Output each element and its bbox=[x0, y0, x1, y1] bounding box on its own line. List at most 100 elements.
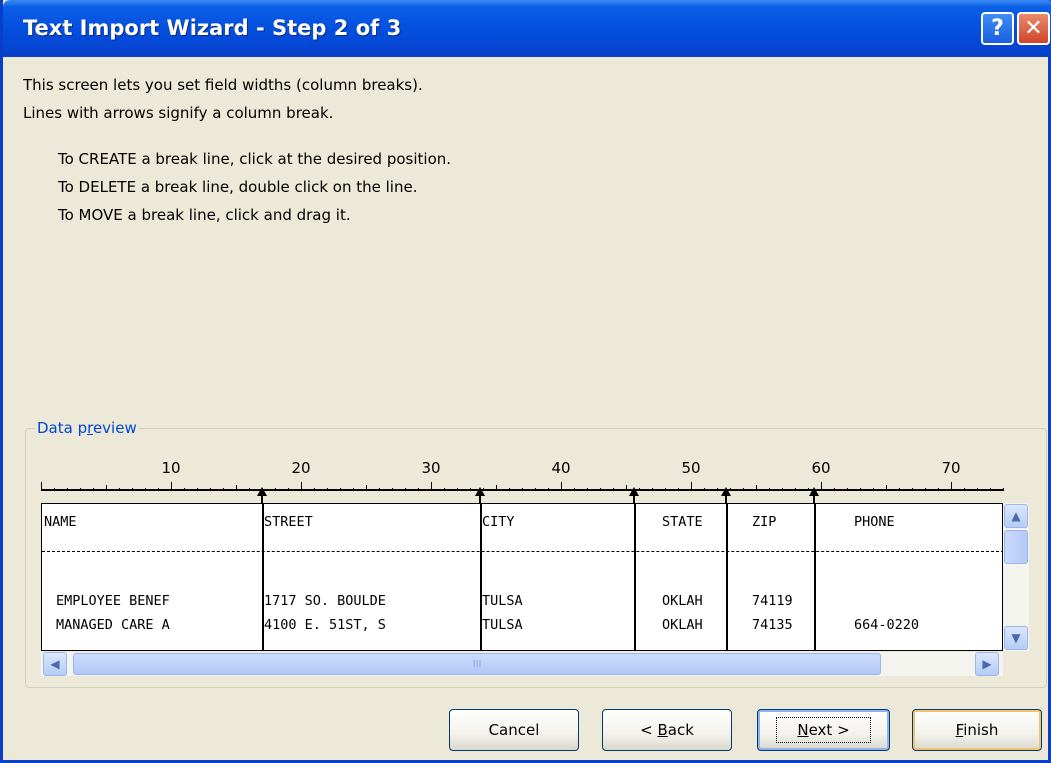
ruler-tick bbox=[119, 488, 120, 491]
ruler-tick bbox=[951, 482, 952, 491]
ruler-tick bbox=[184, 488, 185, 491]
ruler-tick bbox=[444, 488, 445, 491]
vertical-scroll-thumb[interactable] bbox=[1004, 530, 1028, 564]
data-cell: 664-0220 bbox=[854, 617, 920, 633]
close-button[interactable]: ✕ bbox=[1017, 12, 1050, 45]
ruler-tick bbox=[223, 488, 224, 491]
data-cell: EMPLOYEE BENEF bbox=[56, 593, 170, 609]
ruler-tick bbox=[288, 488, 289, 491]
ruler-tick bbox=[912, 488, 913, 491]
horizontal-scrollbar[interactable]: ◀ III ▶ bbox=[41, 652, 1003, 676]
instruction-move: To MOVE a break line, click and drag it. bbox=[58, 206, 351, 224]
ruler-tick bbox=[418, 488, 419, 491]
chevron-up-icon: ▲ bbox=[1011, 509, 1021, 523]
ruler-tick bbox=[327, 488, 328, 491]
cancel-button[interactable]: Cancel bbox=[449, 709, 579, 751]
column-break-line[interactable] bbox=[634, 504, 636, 650]
title-bar[interactable]: Text Import Wizard - Step 2 of 3 ? ✕ bbox=[3, 0, 1051, 57]
ruler-tick bbox=[600, 488, 601, 491]
vertical-scrollbar[interactable]: ▲ ▼ bbox=[1003, 503, 1029, 651]
header-cell: STREET bbox=[264, 514, 313, 530]
ruler-tick bbox=[1003, 488, 1004, 491]
data-cell: TULSA bbox=[482, 593, 523, 609]
ruler-tick bbox=[873, 488, 874, 491]
ruler-tick bbox=[41, 482, 42, 491]
help-icon: ? bbox=[991, 16, 1004, 41]
scroll-up-button[interactable]: ▲ bbox=[1004, 504, 1028, 528]
ruler-number: 40 bbox=[551, 459, 571, 477]
ruler-tick bbox=[678, 488, 679, 491]
ruler-tick bbox=[821, 482, 822, 491]
ruler-tick bbox=[548, 488, 549, 491]
ruler-tick bbox=[132, 488, 133, 491]
ruler-tick bbox=[301, 482, 302, 491]
ruler-tick bbox=[964, 488, 965, 491]
data-cell: OKLAH bbox=[662, 593, 703, 609]
ruler-tick bbox=[275, 488, 276, 491]
ruler-tick bbox=[210, 488, 211, 491]
header-separator bbox=[42, 551, 1002, 552]
ruler-tick bbox=[522, 488, 523, 491]
ruler-tick bbox=[886, 485, 887, 491]
ruler-tick bbox=[899, 488, 900, 491]
column-break-line[interactable] bbox=[480, 504, 482, 650]
ruler-tick bbox=[795, 488, 796, 491]
finish-button[interactable]: Finish bbox=[912, 709, 1042, 751]
data-preview-label: Data preview bbox=[35, 419, 139, 437]
ruler-tick bbox=[756, 485, 757, 491]
close-icon: ✕ bbox=[1024, 16, 1043, 41]
ruler-tick bbox=[860, 488, 861, 491]
column-ruler[interactable]: 10 20 30 40 50 60 70 bbox=[41, 455, 1004, 491]
scroll-down-button[interactable]: ▼ bbox=[1004, 626, 1028, 650]
ruler-tick bbox=[431, 482, 432, 491]
ruler-tick bbox=[925, 488, 926, 491]
header-cell: ZIP bbox=[752, 514, 777, 530]
instruction-line-1: This screen lets you set field widths (c… bbox=[23, 76, 423, 94]
scroll-left-button[interactable]: ◀ bbox=[43, 652, 67, 676]
horizontal-scroll-thumb[interactable]: III bbox=[73, 653, 881, 675]
header-cell: STATE bbox=[662, 514, 703, 530]
ruler-tick bbox=[54, 488, 55, 491]
ruler-tick bbox=[171, 482, 172, 491]
column-break-line[interactable] bbox=[262, 504, 264, 650]
ruler-number: 30 bbox=[421, 459, 441, 477]
next-button[interactable]: Next > bbox=[757, 709, 890, 751]
ruler-tick bbox=[574, 488, 575, 491]
ruler-tick bbox=[353, 488, 354, 491]
instruction-create: To CREATE a break line, click at the des… bbox=[58, 150, 452, 168]
text-import-wizard-window: Text Import Wizard - Step 2 of 3 ? ✕ Thi… bbox=[0, 0, 1051, 763]
data-cell: 74119 bbox=[752, 593, 793, 609]
ruler-tick bbox=[379, 488, 380, 491]
ruler-tick bbox=[938, 488, 939, 491]
ruler-tick bbox=[847, 488, 848, 491]
ruler-tick bbox=[639, 488, 640, 491]
data-cell: OKLAH bbox=[662, 617, 703, 633]
window-title: Text Import Wizard - Step 2 of 3 bbox=[23, 16, 402, 40]
help-button[interactable]: ? bbox=[981, 12, 1014, 45]
ruler-tick bbox=[197, 488, 198, 491]
ruler-tick bbox=[834, 488, 835, 491]
ruler-tick bbox=[977, 488, 978, 491]
chevron-left-icon: ◀ bbox=[50, 657, 60, 671]
data-cell: MANAGED CARE A bbox=[56, 617, 170, 633]
column-break-line[interactable] bbox=[814, 504, 816, 650]
data-cell: 74135 bbox=[752, 617, 793, 633]
ruler-tick bbox=[613, 488, 614, 491]
ruler-tick bbox=[236, 485, 237, 491]
ruler-number: 10 bbox=[161, 459, 181, 477]
ruler-tick bbox=[782, 488, 783, 491]
scroll-right-button[interactable]: ▶ bbox=[975, 652, 999, 676]
back-button[interactable]: < Back bbox=[602, 709, 732, 751]
ruler-tick bbox=[145, 488, 146, 491]
chevron-right-icon: ▶ bbox=[982, 657, 992, 671]
ruler-tick bbox=[652, 488, 653, 491]
ruler-tick bbox=[990, 488, 991, 491]
column-break-line[interactable] bbox=[726, 504, 728, 650]
ruler-tick bbox=[67, 488, 68, 491]
chevron-down-icon: ▼ bbox=[1011, 631, 1021, 645]
data-preview-pane[interactable]: NAME STREET CITY STATE ZIP PHONE EMPLOYEE BENE… bbox=[41, 503, 1003, 651]
ruler-tick bbox=[535, 488, 536, 491]
data-cell: 4100 E. 51ST, S bbox=[264, 617, 386, 633]
ruler-tick bbox=[340, 488, 341, 491]
ruler-tick bbox=[457, 488, 458, 491]
